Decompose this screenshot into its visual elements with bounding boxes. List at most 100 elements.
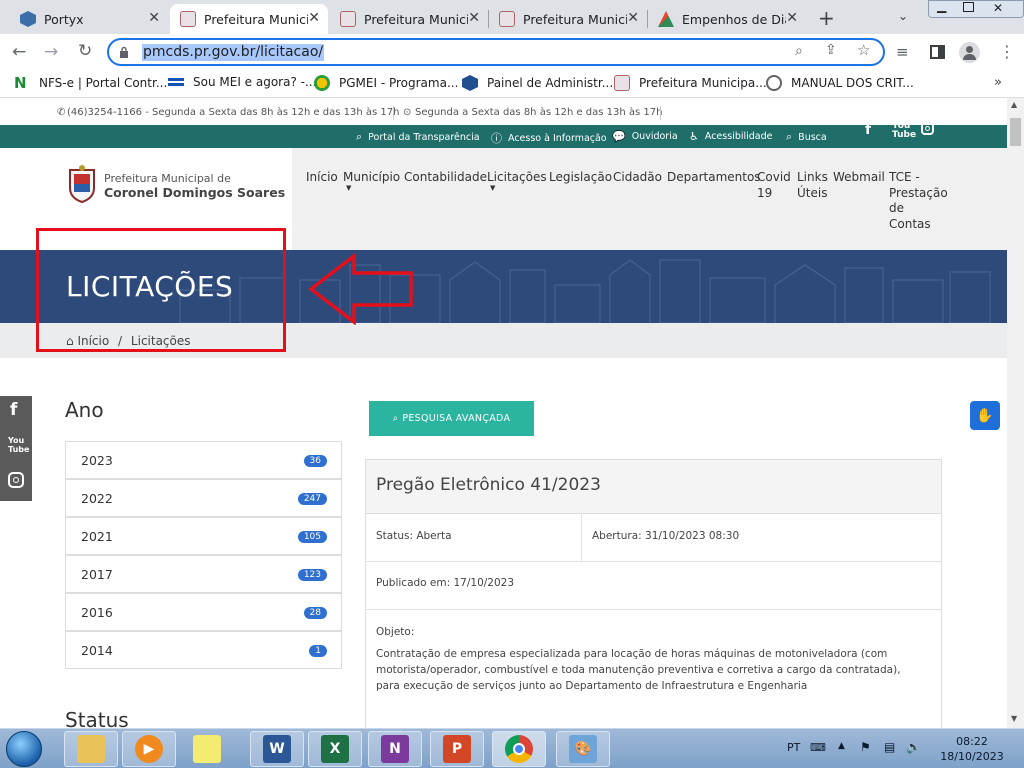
- ombudsman-link[interactable]: 💬 Ouvidoria: [612, 130, 678, 143]
- taskbar-chrome[interactable]: [492, 731, 546, 767]
- page-scrollbar[interactable]: ▲ ▼: [1007, 98, 1024, 728]
- year-item-2022[interactable]: 2022 247: [65, 479, 342, 517]
- nav-tce-prestacao[interactable]: TCE - Prestação de Contas: [889, 170, 948, 232]
- nav-licitacoes[interactable]: Licitações: [487, 170, 547, 186]
- bookmark-star-icon[interactable]: ☆: [857, 41, 870, 59]
- taskbar-word[interactable]: W: [250, 731, 304, 767]
- taskbar-onenote[interactable]: N: [368, 731, 422, 767]
- nav-webmail[interactable]: Webmail: [833, 170, 885, 186]
- folder-icon: [77, 735, 105, 763]
- prefeitura-favicon-icon: [340, 11, 356, 27]
- year-item-2023[interactable]: 2023 36: [65, 441, 342, 479]
- nav-departamentos[interactable]: Departamentos: [667, 170, 761, 186]
- nav-links-uteis[interactable]: Links Úteis: [797, 170, 829, 201]
- bookmark-label: Sou MEI e agora? -...: [193, 75, 317, 89]
- close-tab-icon[interactable]: ✕: [627, 10, 639, 26]
- side-panel-icon[interactable]: [930, 45, 945, 59]
- minimize-icon[interactable]: ▁: [937, 0, 946, 13]
- lock-icon[interactable]: [119, 44, 129, 58]
- zoom-search-icon[interactable]: ⌕: [795, 43, 803, 59]
- youtube-icon[interactable]: You Tube: [892, 122, 916, 140]
- bookmark-prefeitura[interactable]: Prefeitura Municipa...: [614, 75, 767, 91]
- taskbar-sticky-notes[interactable]: [180, 731, 234, 767]
- tender-title[interactable]: Pregão Eletrônico 41/2023: [376, 475, 601, 495]
- nav-contabilidade[interactable]: Contabilidade: [404, 170, 487, 186]
- instagram-icon[interactable]: [921, 122, 934, 135]
- year-item-2021[interactable]: 2021 105: [65, 517, 342, 555]
- taskbar-explorer[interactable]: [64, 731, 118, 767]
- search-icon: ⌕: [786, 130, 793, 143]
- taskbar-excel[interactable]: X: [308, 731, 362, 767]
- tab-prefeitura-2[interactable]: Prefeitura Municipal ✕: [330, 4, 488, 34]
- bookmark-sou-mei[interactable]: Sou MEI e agora? -...: [168, 75, 316, 89]
- advanced-search-button[interactable]: ⌕ PESQUISA AVANÇADA: [369, 401, 534, 436]
- profile-avatar-icon[interactable]: [959, 42, 980, 63]
- logo-line-1: Prefeitura Municipal de: [104, 172, 231, 185]
- tab-empenhos[interactable]: Empenhos de Diária ✕: [648, 4, 806, 34]
- year-item-2017[interactable]: 2017 123: [65, 555, 342, 593]
- close-window-icon[interactable]: ✕: [993, 1, 1003, 15]
- information-access-link[interactable]: ⓘ Acesso à Informação: [491, 130, 607, 146]
- instagram-icon[interactable]: [8, 472, 24, 488]
- keyboard-icon[interactable]: ⌨: [810, 741, 826, 754]
- tab-prefeitura-3[interactable]: Prefeitura Municipal ✕: [489, 4, 647, 34]
- language-indicator[interactable]: PT: [787, 741, 800, 754]
- volume-icon[interactable]: 🔈: [906, 740, 921, 754]
- taskbar-media-player[interactable]: ▶: [122, 731, 176, 767]
- globe-icon: [766, 75, 782, 91]
- show-hidden-icons-icon[interactable]: ▲: [838, 741, 845, 751]
- nav-legislacao[interactable]: Legislação: [549, 170, 612, 186]
- nav-cidadao[interactable]: Cidadão: [613, 170, 662, 186]
- tab-search-chevron-icon[interactable]: ⌄: [898, 9, 908, 23]
- sticky-note-icon: [193, 735, 221, 763]
- dropdown-caret-icon: ▼: [490, 184, 496, 192]
- more-bookmarks-icon[interactable]: »: [994, 75, 1002, 90]
- new-tab-icon[interactable]: +: [818, 6, 835, 30]
- scroll-thumb[interactable]: [1010, 118, 1021, 146]
- scroll-up-icon[interactable]: ▲: [1011, 100, 1017, 109]
- accessibility-link[interactable]: ♿ Acessibilidade: [689, 130, 773, 143]
- system-clock[interactable]: 08:22 18/10/2023: [930, 734, 1014, 764]
- back-arrow-icon[interactable]: ←: [12, 42, 26, 62]
- bookmark-nfse[interactable]: N NFS-e | Portal Contr...: [14, 75, 167, 91]
- share-icon[interactable]: ⇪: [825, 42, 837, 58]
- site-search-link[interactable]: ⌕ Busca: [786, 130, 827, 144]
- network-icon[interactable]: ▤: [884, 740, 895, 754]
- forward-arrow-icon[interactable]: →: [44, 42, 58, 62]
- reload-icon[interactable]: ↻: [78, 41, 92, 61]
- taskbar-powerpoint[interactable]: P: [430, 731, 484, 767]
- media-playlist-icon[interactable]: ≡: [896, 42, 909, 62]
- address-bar[interactable]: pmcds.pr.gov.br/licitacao/ ⌕ ⇪ ☆: [107, 38, 885, 66]
- year-item-2014[interactable]: 2014 1: [65, 631, 342, 669]
- start-orb-icon[interactable]: [6, 731, 42, 767]
- browser-menu-icon[interactable]: ⋮: [999, 42, 1015, 62]
- year-item-2016[interactable]: 2016 28: [65, 593, 342, 631]
- facebook-icon[interactable]: f: [10, 400, 17, 420]
- close-tab-icon[interactable]: ✕: [308, 10, 320, 26]
- close-tab-icon[interactable]: ✕: [468, 10, 480, 26]
- url-text[interactable]: pmcds.pr.gov.br/licitacao/: [142, 44, 325, 61]
- scroll-down-icon[interactable]: ▼: [1011, 714, 1017, 723]
- taskbar-paint[interactable]: 🎨: [556, 731, 610, 767]
- youtube-icon[interactable]: You Tube: [8, 436, 29, 454]
- nav-covid-19[interactable]: Covid 19: [757, 170, 791, 201]
- tab-prefeitura-active[interactable]: Prefeitura Municipal ✕: [170, 4, 328, 34]
- phone-icon: ✆: [57, 107, 66, 118]
- sign-language-hands-icon[interactable]: ✋: [970, 401, 1000, 430]
- bookmark-painel[interactable]: Painel de Administr...: [462, 75, 613, 91]
- bookmark-pgmei[interactable]: PGMEI - Programa...: [314, 75, 458, 91]
- nav-municipio[interactable]: Município: [343, 170, 400, 186]
- bookmark-manual[interactable]: MANUAL DOS CRIT...: [766, 75, 914, 91]
- tender-status: Status: Aberta: [376, 530, 452, 542]
- close-tab-icon[interactable]: ✕: [786, 10, 798, 26]
- tab-portyx[interactable]: Portyx ✕: [10, 4, 168, 34]
- restore-icon[interactable]: [963, 2, 974, 12]
- tab-title: Prefeitura Municipal: [364, 11, 468, 27]
- close-tab-icon[interactable]: ✕: [148, 10, 160, 26]
- transparency-link[interactable]: ⌕ Portal da Transparência: [356, 130, 480, 144]
- action-center-flag-icon[interactable]: ⚑: [860, 740, 871, 754]
- tender-card[interactable]: Pregão Eletrônico 41/2023 Status: Aberta…: [365, 459, 942, 728]
- facebook-icon[interactable]: f: [865, 122, 871, 138]
- nav-inicio[interactable]: Início: [306, 170, 338, 186]
- link-label: Ouvidoria: [631, 131, 678, 142]
